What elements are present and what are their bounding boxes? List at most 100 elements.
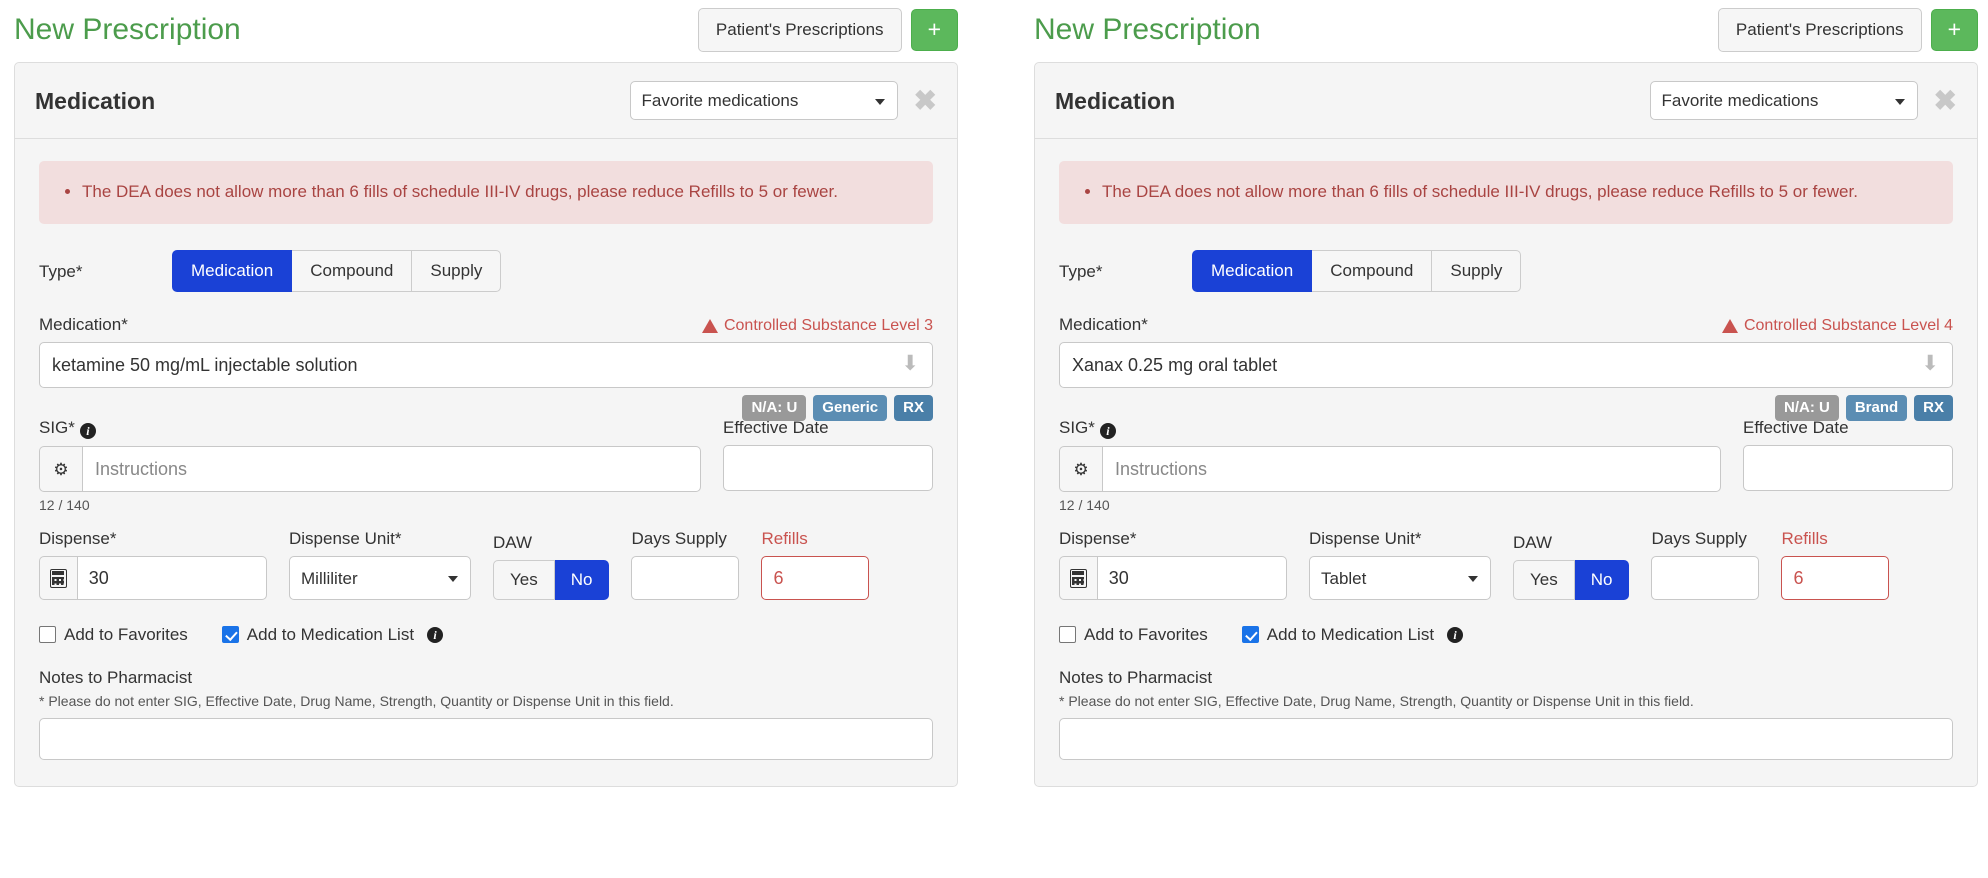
patients-prescriptions-button[interactable]: Patient's Prescriptions	[1717, 8, 1922, 52]
add-to-medication-list-label: Add to Medication List	[1266, 625, 1435, 644]
dispense-label: Dispense*	[39, 529, 117, 548]
prescription-panel-right: New Prescription Patient's Prescriptions…	[1020, 0, 1988, 878]
type-option-medication[interactable]: Medication	[172, 250, 293, 292]
effective-date-input[interactable]	[1743, 445, 1953, 491]
refills-label: Refills	[761, 529, 808, 548]
type-option-supply[interactable]: Supply	[412, 250, 502, 292]
effective-date-label: Effective Date	[723, 418, 829, 437]
type-label: Type*	[1059, 261, 1103, 281]
type-row: Type* Medication Compound Supply	[1059, 250, 1953, 292]
sig-label: SIG*	[1059, 418, 1095, 437]
add-to-favorites-checkbox[interactable]: Add to Favorites	[1059, 624, 1208, 645]
effective-date-column: Effective Date	[1743, 417, 1953, 514]
sig-input[interactable]	[81, 446, 701, 492]
notes-hint: * Please do not enter SIG, Effective Dat…	[1059, 693, 1694, 709]
calculator-icon[interactable]	[39, 556, 77, 600]
notes-section: Notes to Pharmacist * Please do not ente…	[1059, 667, 1953, 760]
refills-input[interactable]	[761, 556, 870, 600]
dispense-unit-label: Dispense Unit*	[289, 529, 402, 548]
add-to-medication-list-checkbox[interactable]: Add to Medication List i	[221, 624, 444, 645]
type-option-medication[interactable]: Medication	[1192, 250, 1313, 292]
notes-input[interactable]	[1059, 718, 1953, 760]
refills-input[interactable]	[1781, 556, 1890, 600]
dispense-input-group	[1059, 556, 1287, 600]
dispense-unit-select[interactable]: Tablet	[1309, 556, 1491, 600]
page-title: New Prescription	[14, 13, 241, 46]
medication-label: Medication*	[39, 315, 128, 334]
medication-input[interactable]	[39, 342, 933, 388]
controlled-substance-text: Controlled Substance Level 4	[1743, 317, 1953, 334]
medication-card-header: Medication Favorite medications ✖	[15, 63, 957, 139]
effective-date-input[interactable]	[723, 445, 933, 491]
warning-triangle-icon	[701, 318, 718, 333]
dispense-unit-select-wrap: Tablet	[1309, 556, 1491, 600]
days-supply-column: Days Supply	[1651, 528, 1760, 600]
add-to-favorites-label: Add to Favorites	[1084, 625, 1208, 644]
info-icon[interactable]: i	[1099, 423, 1116, 439]
sig-label-wrap: SIG* i	[1059, 417, 1721, 439]
daw-column: DAW Yes No	[493, 532, 610, 600]
alert-list: The DEA does not allow more than 6 fills…	[62, 179, 910, 205]
notes-input[interactable]	[39, 718, 933, 760]
daw-option-no[interactable]: No	[554, 560, 610, 600]
add-prescription-button[interactable]: +	[910, 9, 958, 51]
refills-column: Refills	[1781, 528, 1890, 600]
days-supply-input[interactable]	[1651, 556, 1760, 600]
controlled-substance-warning: Controlled Substance Level 4	[1721, 316, 1953, 335]
warning-triangle-icon	[1721, 318, 1738, 333]
notes-hint: * Please do not enter SIG, Effective Dat…	[39, 693, 674, 709]
checkbox-box[interactable]	[1059, 626, 1076, 643]
notes-title: Notes to Pharmacist	[1059, 668, 1213, 687]
sig-input-group: ⚙	[1059, 446, 1721, 492]
controlled-substance-warning: Controlled Substance Level 3	[701, 316, 933, 335]
close-icon[interactable]: ✖	[914, 86, 937, 114]
dispense-unit-label: Dispense Unit*	[1309, 529, 1422, 548]
add-to-medication-list-checkbox[interactable]: Add to Medication List i	[1241, 624, 1464, 645]
card-title: Medication	[1055, 87, 1176, 114]
daw-option-yes[interactable]: Yes	[493, 560, 555, 600]
checkbox-box-checked[interactable]	[1241, 626, 1259, 643]
days-supply-column: Days Supply	[631, 528, 740, 600]
add-prescription-button[interactable]: +	[1930, 9, 1978, 51]
type-option-supply[interactable]: Supply	[1432, 250, 1522, 292]
checkbox-box[interactable]	[39, 626, 56, 643]
alert-message: The DEA does not allow more than 6 fills…	[82, 179, 910, 205]
calculator-icon[interactable]	[1059, 556, 1097, 600]
patients-prescriptions-button[interactable]: Patient's Prescriptions	[697, 8, 902, 52]
sig-column: SIG*i ⚙ 12 / 140	[1059, 417, 1721, 514]
daw-option-no[interactable]: No	[1574, 560, 1630, 600]
medication-input[interactable]	[1059, 342, 1953, 388]
dispense-input[interactable]	[76, 556, 267, 600]
card-header-controls: Favorite medications ✖	[1649, 81, 1957, 120]
favorite-medications-select[interactable]: Favorite medications	[1649, 81, 1918, 120]
add-to-favorites-checkbox[interactable]: Add to Favorites	[39, 624, 188, 645]
page-header: New Prescription Patient's Prescriptions…	[1020, 0, 1988, 62]
dispense-unit-select[interactable]: Milliliter	[289, 556, 471, 600]
sig-input[interactable]	[1101, 446, 1721, 492]
dispense-input[interactable]	[1096, 556, 1287, 600]
medication-input-wrap: ⬇	[39, 342, 933, 388]
type-option-compound[interactable]: Compound	[1312, 250, 1433, 292]
close-icon[interactable]: ✖	[1934, 86, 1957, 114]
type-row: Type* Medication Compound Supply	[39, 250, 933, 292]
medication-card-body: The DEA does not allow more than 6 fills…	[1035, 139, 1977, 786]
info-icon[interactable]: i	[427, 626, 444, 643]
refills-column: Refills	[761, 528, 870, 600]
type-option-compound[interactable]: Compound	[292, 250, 413, 292]
checkbox-box-checked[interactable]	[221, 626, 239, 643]
gear-icon[interactable]: ⚙	[39, 446, 82, 492]
type-button-group: Medication Compound Supply	[1192, 250, 1522, 292]
gear-icon[interactable]: ⚙	[1059, 446, 1102, 492]
type-label: Type*	[39, 261, 83, 281]
daw-option-yes[interactable]: Yes	[1513, 560, 1575, 600]
notes-section: Notes to Pharmacist * Please do not ente…	[39, 667, 933, 760]
dispense-row: Dispense* Dispense Unit* Tablet	[1059, 528, 1953, 600]
info-icon[interactable]: i	[79, 423, 96, 439]
type-button-group: Medication Compound Supply	[172, 250, 502, 292]
medication-card-header: Medication Favorite medications ✖	[1035, 63, 1977, 139]
favorite-medications-select[interactable]: Favorite medications	[629, 81, 898, 120]
days-supply-input[interactable]	[631, 556, 740, 600]
sig-column: SIG*i ⚙ 12 / 140	[39, 417, 701, 514]
card-title: Medication	[35, 87, 156, 114]
info-icon[interactable]: i	[1447, 626, 1464, 643]
